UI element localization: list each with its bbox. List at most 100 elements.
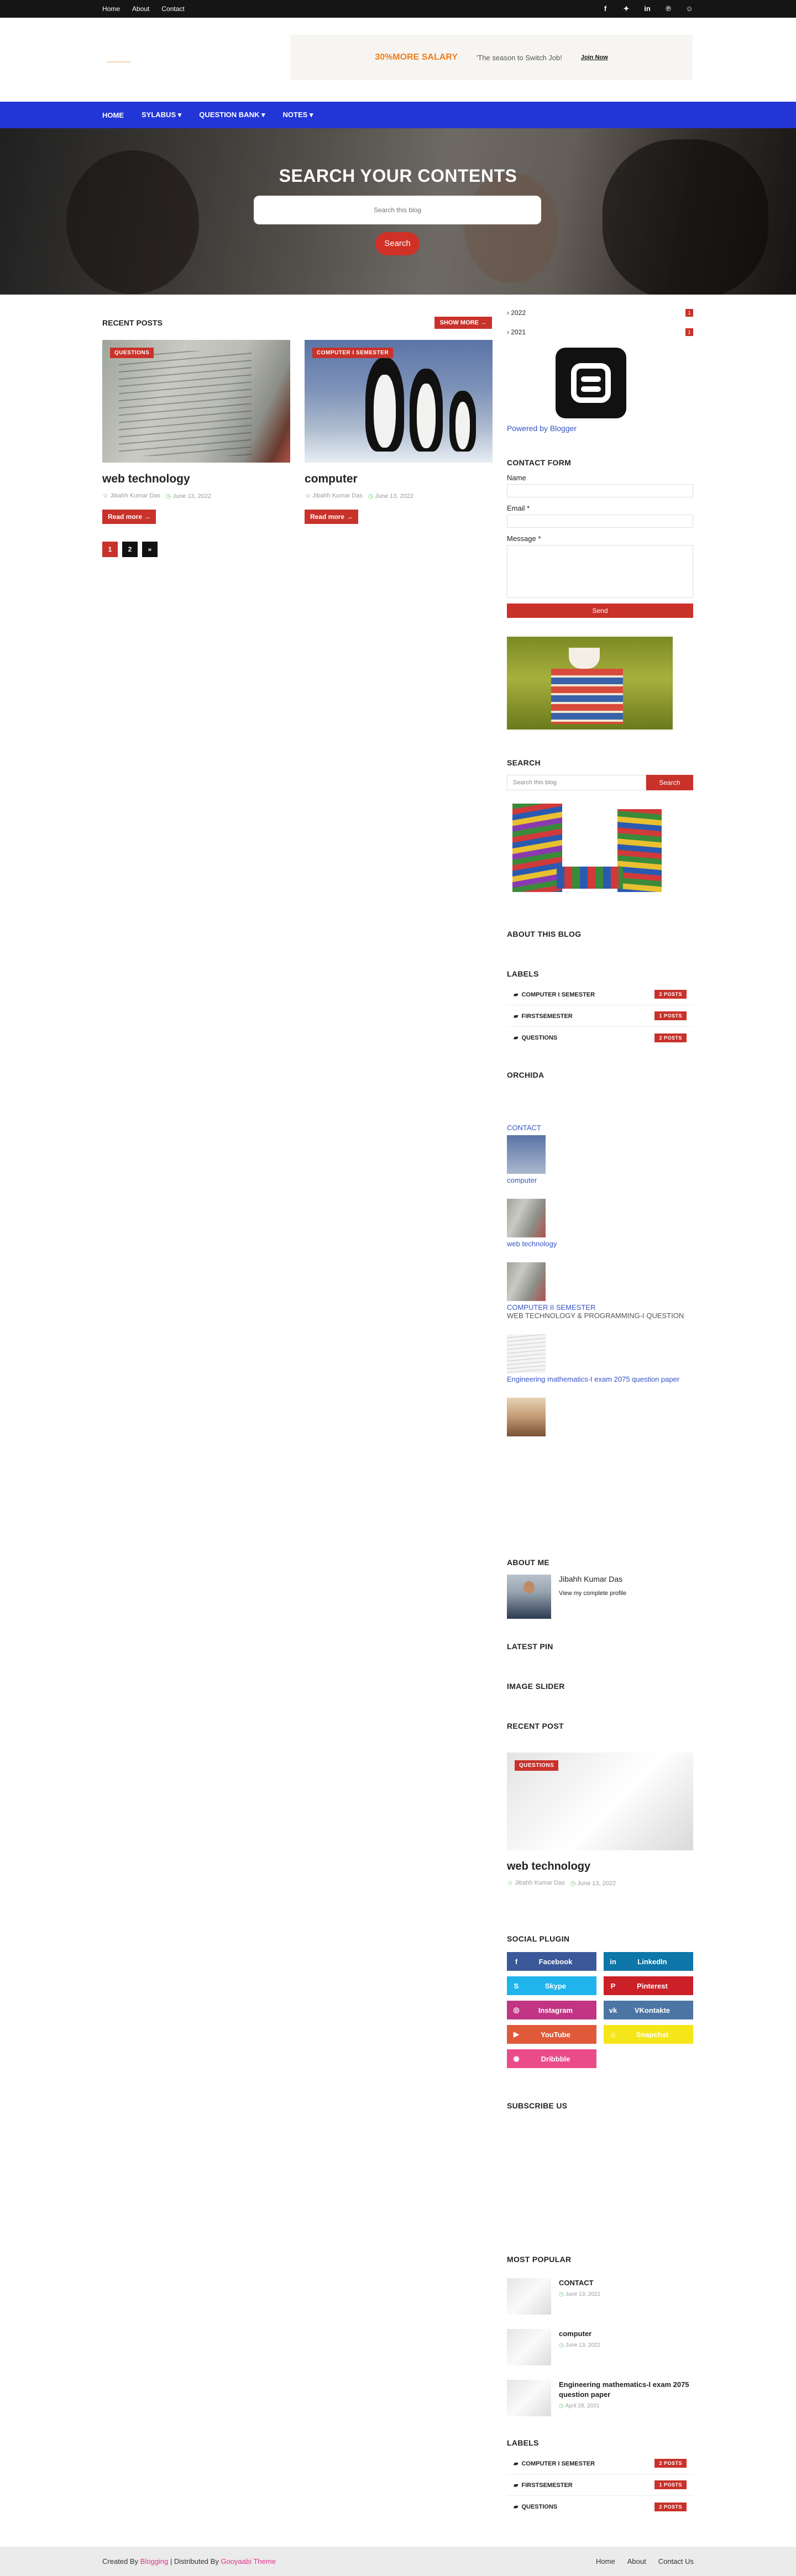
label-item[interactable]: ▰ COMPUTER I SEMESTER 2 POSTS (507, 984, 693, 1005)
popular-thumbnail[interactable] (507, 2329, 551, 2365)
label-item[interactable]: ▰ FIRSTSEMESTER 1 POSTS (507, 2474, 693, 2496)
sidebar-search-button[interactable]: Search (646, 775, 693, 790)
post-author-name: Jibahh Kumar Das (110, 492, 160, 499)
orchida-link-computer[interactable]: computer (507, 1176, 693, 1184)
post-title[interactable]: web technology (102, 473, 290, 486)
footer-link-contact-us[interactable]: Contact Us (658, 2557, 694, 2565)
label-item[interactable]: ▰ COMPUTER I SEMESTER 2 POSTS (507, 2453, 693, 2474)
orchida-link-contact[interactable]: CONTACT (507, 1124, 693, 1132)
nav-notes-label: NOTES (282, 111, 308, 119)
top-link-about[interactable]: About (132, 5, 149, 13)
penguin-belly (374, 374, 396, 448)
footer-link-home[interactable]: Home (596, 2557, 615, 2565)
social-button-skype[interactable]: S Skype (507, 1976, 596, 1995)
credits-theme-link[interactable]: Gooyaabi Theme (221, 2557, 276, 2565)
twitter-icon[interactable]: ✦ (622, 4, 631, 13)
popular-thumbnail[interactable] (507, 2380, 551, 2416)
social-button-linkedin[interactable]: in LinkedIn (604, 1952, 693, 1971)
popular-title[interactable]: Engineering mathematics-I exam 2075 ques… (559, 2380, 692, 2400)
sidebar-search-input[interactable]: Search this blog (507, 775, 646, 790)
hero-search-button[interactable]: Search (375, 232, 420, 255)
message-field[interactable] (507, 545, 693, 598)
popular-title[interactable]: CONTACT (559, 2278, 600, 2288)
orchida-thumbnail[interactable] (507, 1262, 546, 1301)
nav-home[interactable]: HOME (102, 111, 124, 119)
popular-thumbnail[interactable] (507, 2278, 551, 2315)
pinterest-icon[interactable]: ℗ (664, 4, 673, 13)
name-field[interactable] (507, 484, 693, 497)
orchida-thumbnail[interactable] (507, 1398, 546, 1436)
ad-cta-link[interactable]: Join Now (581, 54, 608, 61)
orchida-thumbnail[interactable] (507, 1199, 546, 1237)
post-title[interactable]: computer (305, 473, 493, 486)
site-logo[interactable] (107, 56, 135, 67)
read-more-button[interactable]: Read more → (305, 510, 359, 524)
facebook-icon: f (515, 1957, 518, 1966)
footer-link-about[interactable]: About (627, 2557, 646, 2565)
top-link-home[interactable]: Home (102, 5, 120, 13)
show-more-button[interactable]: SHOW MORE → (434, 317, 492, 329)
nav-question-bank[interactable]: QUESTION BANK ▾ (199, 111, 265, 119)
label-item[interactable]: ▰ FIRSTSEMESTER 1 POSTS (507, 1005, 693, 1027)
orchida-thumbnail[interactable] (507, 1334, 546, 1373)
archive-item[interactable]: › 2022 1 (507, 307, 693, 318)
author-name[interactable]: Jibahh Kumar Das (559, 1575, 626, 1583)
social-button-pinterest[interactable]: P Pinterest (604, 1976, 693, 1995)
page-1[interactable]: 1 (102, 542, 118, 557)
social-button-instagram[interactable]: ◎ Instagram (507, 2001, 596, 2019)
linkedin-icon[interactable]: in (643, 4, 652, 13)
recent-post-thumbnail[interactable]: QUESTIONS (507, 1753, 693, 1850)
popular-post[interactable]: Engineering mathematics-I exam 2075 ques… (507, 2380, 693, 2416)
social-button-snapchat[interactable]: ☺ Snapchat (604, 2025, 693, 2044)
post-label-badge[interactable]: COMPUTER I SEMESTER (312, 348, 394, 358)
archive-item[interactable]: › 2021 1 (507, 327, 693, 338)
page-2[interactable]: 2 (122, 542, 138, 557)
top-link-contact[interactable]: Contact (161, 5, 184, 13)
orchida-link-computer-ii[interactable]: COMPUTER II SEMESTER (507, 1303, 693, 1311)
powered-by-link[interactable]: Powered by Blogger (507, 424, 693, 433)
view-profile-link[interactable]: View my complete profile (559, 1590, 626, 1597)
label-count: 2 POSTS (654, 1033, 687, 1042)
blogger-logo-bar (581, 376, 601, 382)
facebook-icon[interactable]: f (601, 4, 610, 13)
social-button-vkontakte[interactable]: vk VKontakte (604, 2001, 693, 2019)
popular-post[interactable]: computer ◷ June 13, 2022 (507, 2329, 693, 2365)
labels-title-bottom: LABELS (507, 2438, 539, 2447)
read-more-button[interactable]: Read more → (102, 510, 156, 524)
popular-post[interactable]: CONTACT ◷ June 13, 2022 (507, 2278, 693, 2315)
avatar[interactable] (507, 1575, 551, 1619)
post-author: ☺ Jibahh Kumar Das (102, 492, 160, 500)
post-label-badge[interactable]: QUESTIONS (110, 348, 154, 358)
post-label-badge[interactable]: QUESTIONS (515, 1760, 559, 1771)
ad-banner[interactable]: 30%MORE SALARY 'The season to Switch Job… (290, 35, 693, 80)
snapchat-icon[interactable]: ☺ (685, 4, 694, 13)
blogger-logo[interactable] (556, 348, 626, 418)
nav-sylabus[interactable]: SYLABUS ▾ (142, 111, 181, 119)
email-field[interactable] (507, 515, 693, 528)
post-thumbnail[interactable]: COMPUTER I SEMESTER (305, 340, 493, 463)
dribbble-icon: ◉ (513, 2054, 520, 2063)
popular-title[interactable]: computer (559, 2329, 600, 2339)
label-item[interactable]: ▰ QUESTIONS 2 POSTS (507, 2496, 693, 2517)
recent-post-link[interactable]: web technology (507, 1860, 693, 1873)
most-popular-title: MOST POPULAR (507, 2255, 572, 2264)
post-author-name: Jibahh Kumar Das (312, 492, 363, 499)
send-button[interactable]: Send (507, 604, 693, 618)
social-button-youtube[interactable]: ▶ YouTube (507, 2025, 596, 2044)
social-button-dribbble[interactable]: ◉ Dribbble (507, 2049, 596, 2068)
next-page[interactable]: » (142, 542, 158, 557)
orchida-link-web-technology[interactable]: web technology (507, 1240, 693, 1248)
credits-blogging-link[interactable]: Blogging (140, 2557, 169, 2565)
hero-search: SEARCH YOUR CONTENTS Search (0, 128, 796, 295)
top-links: Home About Contact (102, 5, 185, 13)
chevron-right-icon: › (507, 328, 509, 336)
blogger-logo-frame (571, 363, 611, 403)
popular-date-text: April 28, 2021 (565, 2403, 600, 2410)
hero-search-input[interactable] (254, 196, 541, 224)
label-item[interactable]: ▰ QUESTIONS 2 POSTS (507, 1027, 693, 1048)
orchida-link-engineering[interactable]: Engineering mathematics-I exam 2075 ques… (507, 1375, 693, 1383)
social-button-facebook[interactable]: f Facebook (507, 1952, 596, 1971)
post-thumbnail[interactable]: QUESTIONS (102, 340, 290, 463)
orchida-thumbnail[interactable] (507, 1135, 546, 1174)
nav-notes[interactable]: NOTES ▾ (283, 111, 313, 119)
